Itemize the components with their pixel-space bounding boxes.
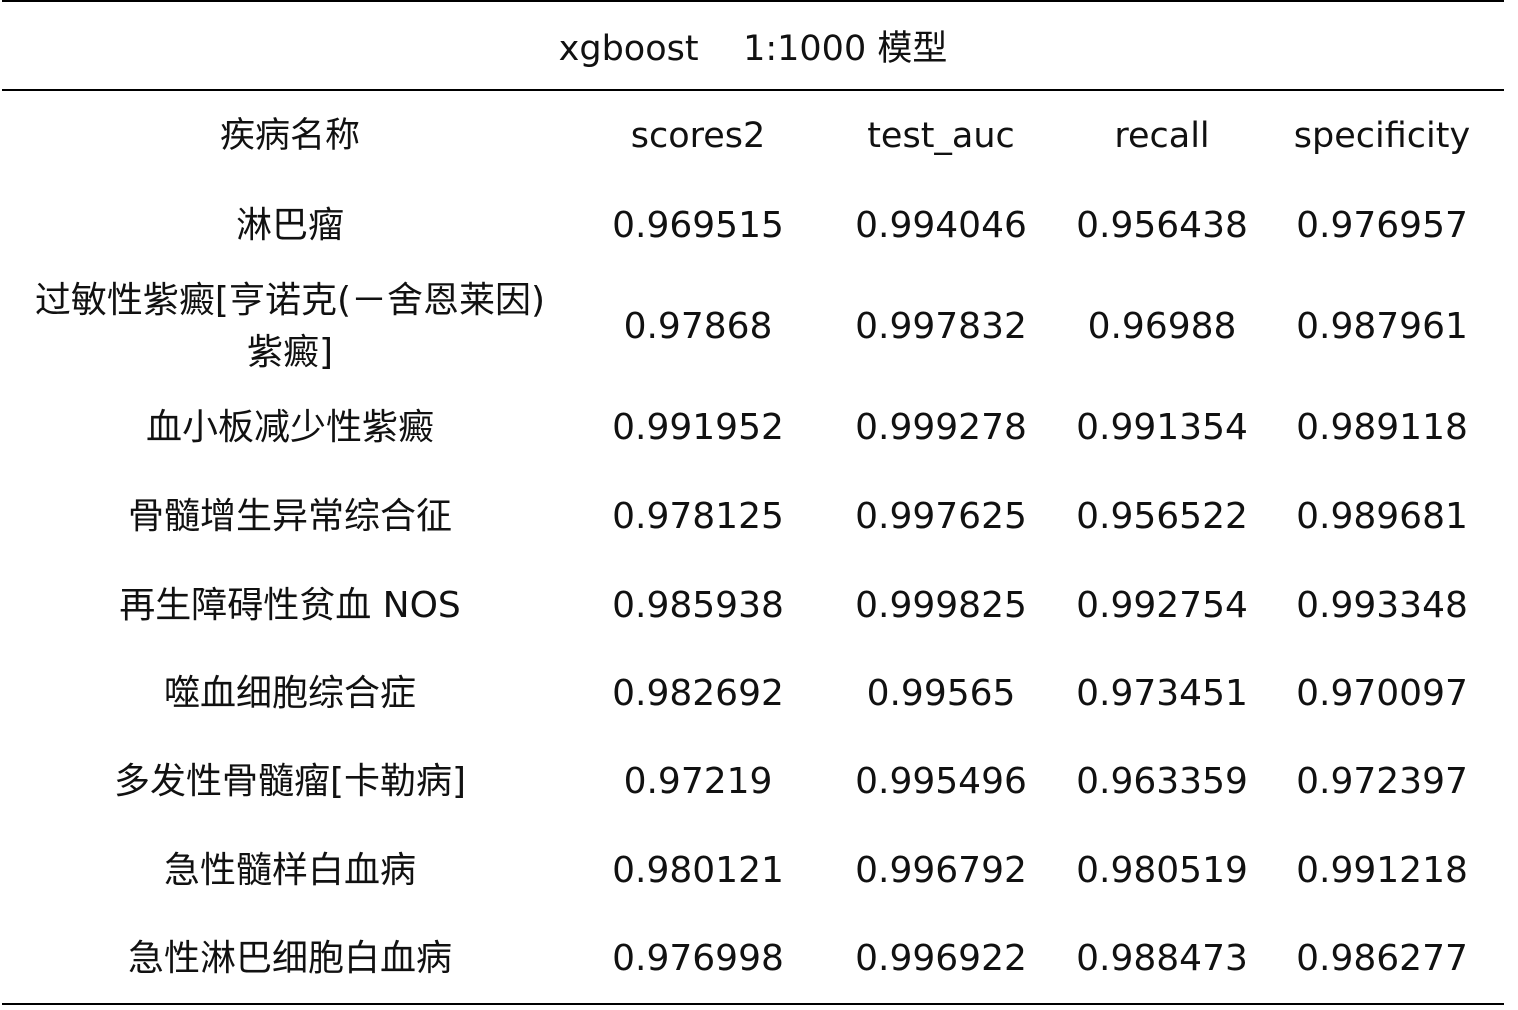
recall-cell: 0.956438 [1076, 205, 1248, 246]
scores2-cell: 0.976998 [612, 938, 784, 979]
header-rule [2, 89, 1504, 91]
test-auc-cell: 0.999825 [855, 585, 1027, 626]
header-row: 疾病名称 scores2 test_auc recall specificity [2, 92, 1504, 180]
test-auc-cell: 0.996792 [855, 850, 1027, 891]
table-row: 再生障碍性贫血 NOS 0.985938 0.999825 0.992754 0… [2, 561, 1504, 651]
disease-name-cell: 噬血细胞综合症 [163, 673, 416, 714]
disease-name-cell: 骨髓增生异常综合征 [127, 496, 452, 537]
disease-name-cell: 急性髓样白血病 [163, 850, 416, 891]
scores2-cell: 0.969515 [612, 205, 784, 246]
recall-cell: 0.988473 [1076, 938, 1248, 979]
test-auc-cell: 0.999278 [855, 407, 1027, 448]
test-auc-cell: 0.994046 [855, 205, 1027, 246]
specificity-cell: 0.986277 [1296, 938, 1468, 979]
disease-name-cell: 血小板减少性紫癜 [145, 407, 434, 448]
scores2-cell: 0.982692 [612, 673, 784, 714]
table-row: 急性髓样白血病 0.980121 0.996792 0.980519 0.991… [2, 826, 1504, 916]
recall-cell: 0.963359 [1076, 761, 1248, 802]
col-header-scores2: scores2 [630, 116, 766, 156]
test-auc-cell: 0.99565 [866, 673, 1016, 714]
recall-cell: 0.96988 [1087, 306, 1237, 347]
specificity-cell: 0.970097 [1296, 673, 1468, 714]
disease-name-cell: 再生障碍性贫血 NOS [119, 585, 461, 626]
recall-cell: 0.991354 [1076, 407, 1248, 448]
specificity-cell: 0.993348 [1296, 585, 1468, 626]
test-auc-cell: 0.995496 [855, 761, 1027, 802]
bottom-rule [2, 1003, 1504, 1005]
specificity-cell: 0.991218 [1296, 850, 1468, 891]
table-row: 骨髓增生异常综合征 0.978125 0.997625 0.956522 0.9… [2, 472, 1504, 562]
table-row: 过敏性紫癜[亨诺克(－舍恩莱因)紫癜] 0.97868 0.997832 0.9… [2, 272, 1504, 382]
table-row: 血小板减少性紫癜 0.991952 0.999278 0.991354 0.98… [2, 383, 1504, 473]
specificity-cell: 0.972397 [1296, 761, 1468, 802]
table-row: 急性淋巴细胞白血病 0.976998 0.996922 0.988473 0.9… [2, 914, 1504, 1004]
col-header-disease-name: 疾病名称 [219, 116, 360, 156]
col-header-recall: recall [1114, 116, 1210, 156]
col-header-specificity: specificity [1293, 116, 1471, 156]
disease-name-cell: 过敏性紫癜[亨诺克(－舍恩莱因)紫癜] [34, 280, 546, 373]
scores2-cell: 0.97868 [623, 306, 773, 347]
specificity-cell: 0.987961 [1296, 306, 1468, 347]
specificity-cell: 0.989681 [1296, 496, 1468, 537]
test-auc-cell: 0.996922 [855, 938, 1027, 979]
table-row: 噬血细胞综合症 0.982692 0.99565 0.973451 0.9700… [2, 649, 1504, 739]
scores2-cell: 0.991952 [612, 407, 784, 448]
recall-cell: 0.980519 [1076, 850, 1248, 891]
recall-cell: 0.992754 [1076, 585, 1248, 626]
scores2-cell: 0.980121 [612, 850, 784, 891]
table-row: 多发性骨髓瘤[卡勒病] 0.97219 0.995496 0.963359 0.… [2, 737, 1504, 827]
specificity-cell: 0.976957 [1296, 205, 1468, 246]
test-auc-cell: 0.997832 [855, 306, 1027, 347]
col-header-test-auc: test_auc [867, 116, 1015, 156]
disease-name-cell: 淋巴瘤 [235, 205, 344, 246]
test-auc-cell: 0.997625 [855, 496, 1027, 537]
scores2-cell: 0.978125 [612, 496, 784, 537]
disease-name-cell: 急性淋巴细胞白血病 [127, 938, 452, 979]
recall-cell: 0.973451 [1076, 673, 1248, 714]
table-row: 淋巴瘤 0.969515 0.994046 0.956438 0.976957 [2, 181, 1504, 271]
disease-name-cell: 多发性骨髓瘤[卡勒病] [113, 761, 467, 802]
scores2-cell: 0.97219 [623, 761, 773, 802]
scores2-cell: 0.985938 [612, 585, 784, 626]
table-caption: xgboost 1:1000 模型 [558, 29, 948, 69]
recall-cell: 0.956522 [1076, 496, 1248, 537]
specificity-cell: 0.989118 [1296, 407, 1468, 448]
